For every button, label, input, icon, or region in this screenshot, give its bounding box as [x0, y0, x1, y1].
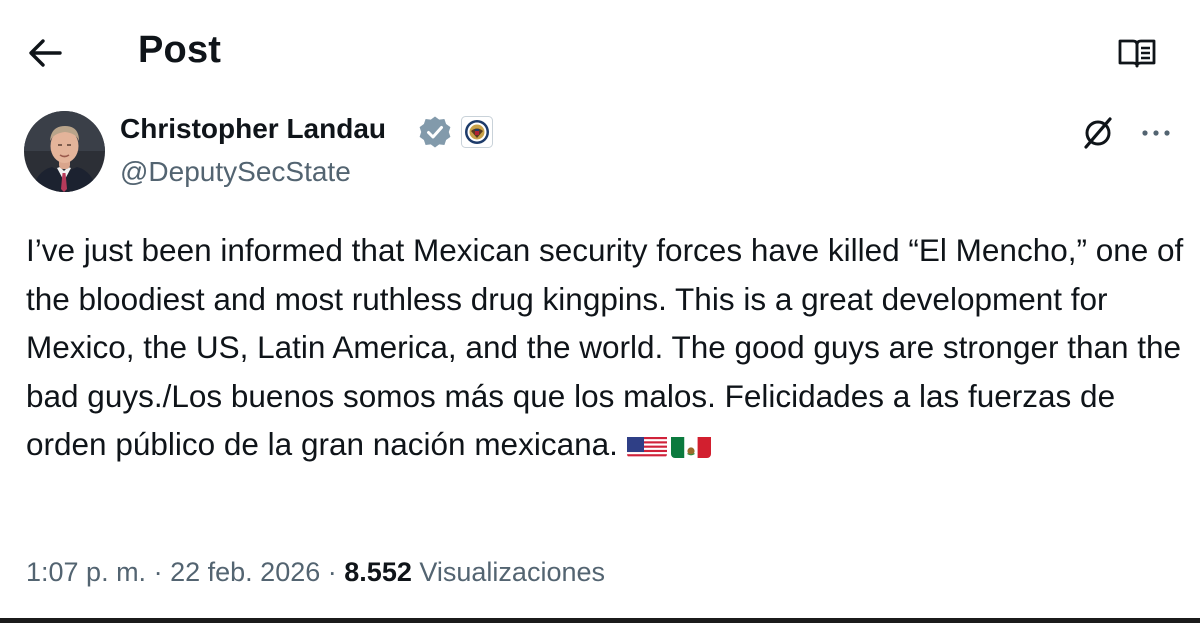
grok-button[interactable]: [1078, 113, 1118, 153]
avatar[interactable]: [24, 111, 105, 192]
back-button[interactable]: [22, 30, 68, 76]
meta-separator: ·: [153, 557, 163, 587]
book-open-icon: [1118, 39, 1156, 68]
top-bar: Post: [0, 0, 1200, 100]
reader-mode-button[interactable]: [1114, 32, 1160, 74]
tweet-text: I’ve just been informed that Mexican sec…: [26, 226, 1186, 469]
views-label: Visualizaciones: [419, 557, 605, 587]
verified-badge-icon[interactable]: [418, 115, 452, 149]
meta-separator: ·: [327, 557, 337, 587]
arrow-left-icon: [29, 39, 62, 67]
tweet-date[interactable]: 22 feb. 2026: [170, 557, 320, 587]
author-handle[interactable]: @DeputySecState: [120, 156, 351, 188]
state-department-seal-icon[interactable]: [461, 116, 493, 148]
author-photo: [24, 111, 105, 192]
views-count: 8.552: [344, 557, 412, 587]
page-title: Post: [138, 29, 222, 71]
tweet-time[interactable]: 1:07 p. m.: [26, 557, 146, 587]
tweet-meta: 1:07 p. m. · 22 feb. 2026 · 8.552 Visual…: [26, 557, 605, 588]
us-flag-emoji: [626, 430, 667, 459]
more-horizontal-icon: [1142, 130, 1170, 136]
grok-icon: [1084, 117, 1112, 149]
author-name[interactable]: Christopher Landau: [120, 113, 386, 145]
mexico-flag-emoji: [670, 430, 711, 459]
bottom-divider: [0, 618, 1200, 623]
tweet-body: I’ve just been informed that Mexican sec…: [26, 232, 1193, 463]
more-options-button[interactable]: [1136, 113, 1176, 153]
